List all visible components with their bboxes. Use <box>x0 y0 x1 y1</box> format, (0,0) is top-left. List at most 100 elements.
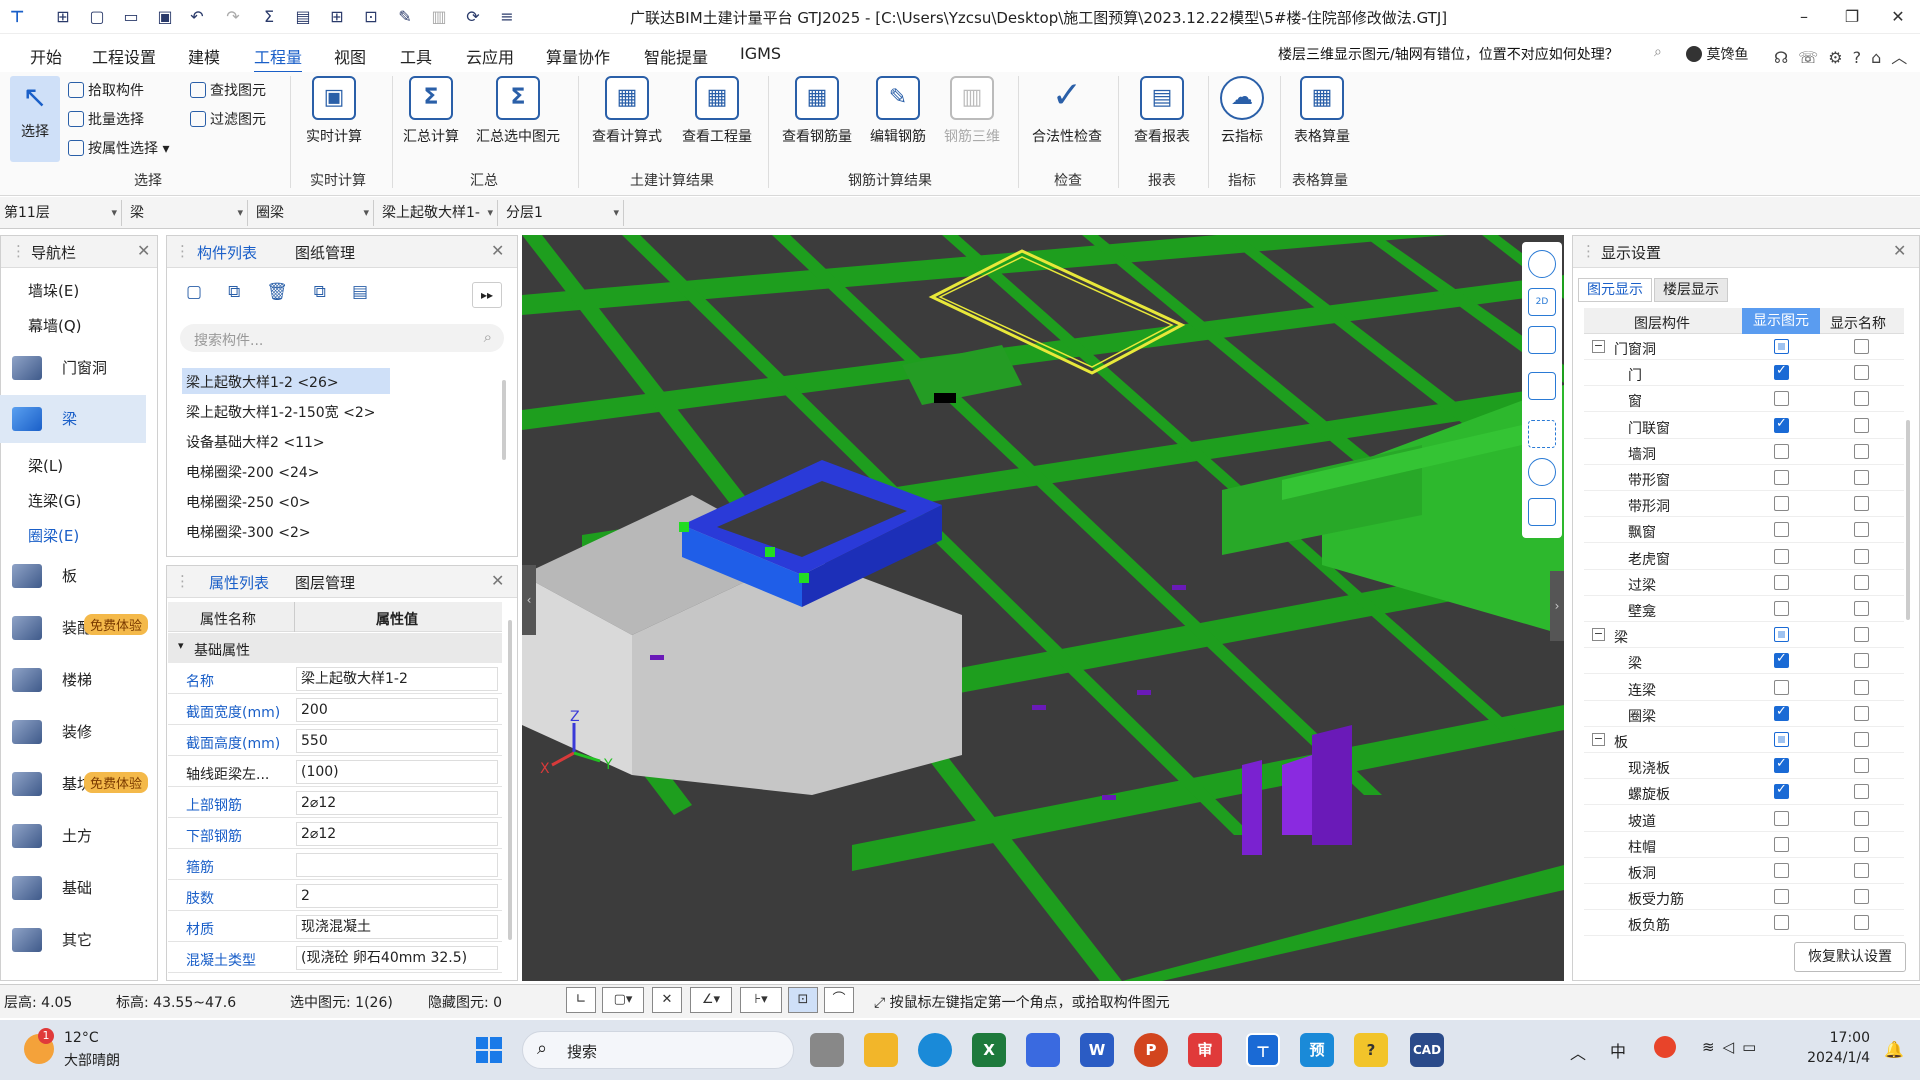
free-trial-badge[interactable]: 免费体验 <box>84 614 149 635</box>
show-name-checkbox[interactable] <box>1854 705 1869 721</box>
tree-collapse-icon[interactable]: − <box>1592 340 1605 353</box>
notes-app-icon[interactable]: ? <box>1354 1033 1388 1067</box>
menu-item[interactable]: 视图 <box>334 44 366 68</box>
snap-mode-icon[interactable]: ▢▾ <box>602 987 644 1013</box>
nav-item-wall-pier[interactable]: 墙垛(E) <box>28 280 79 301</box>
ime-indicator[interactable]: 中 <box>1610 1038 1626 1062</box>
show-name-checkbox[interactable] <box>1854 601 1869 616</box>
menu-item[interactable]: 开始 <box>30 44 62 68</box>
tree-collapse-icon[interactable]: − <box>1592 628 1605 642</box>
restore-default-button[interactable]: 恢复默认设置 <box>1794 942 1906 972</box>
property-value-field[interactable]: 200 <box>296 698 498 722</box>
col-show-name[interactable]: 显示名称 <box>1830 313 1886 333</box>
show-element-checkbox[interactable] <box>1774 627 1789 643</box>
headset-icon[interactable]: ☊ <box>1774 48 1798 67</box>
summary-calc-button[interactable]: Σ 汇总计算 <box>396 76 466 146</box>
menu-item[interactable]: 工程设置 <box>92 44 156 68</box>
gtj-app-icon[interactable]: ⊤ <box>1246 1033 1280 1067</box>
realtime-calc-button[interactable]: ▣ 实时计算 <box>296 76 372 146</box>
folder-icon[interactable] <box>864 1033 898 1067</box>
nav-group-door-window[interactable]: 门窗洞 <box>0 344 146 392</box>
help-search-input[interactable]: 楼层三维显示图元/轴网有错位，位置不对应如何处理？ ⌕ <box>1278 44 1678 68</box>
display-item-row[interactable]: 现浇板 <box>1584 753 1904 780</box>
delete-icon[interactable]: 🗑 <box>266 282 314 302</box>
show-name-checkbox[interactable] <box>1854 863 1869 878</box>
filter-element-button[interactable]: 过滤图元 <box>190 109 266 129</box>
category-select[interactable]: 梁 <box>126 200 248 226</box>
tab-floor-display[interactable]: 楼层显示 <box>1654 278 1728 302</box>
show-name-checkbox[interactable] <box>1854 417 1869 433</box>
view-formula-button[interactable]: ▦ 查看计算式 <box>584 76 670 146</box>
property-value-field[interactable]: 2⌀12 <box>296 822 498 846</box>
grip-point[interactable] <box>799 573 809 583</box>
show-element-checkbox[interactable] <box>1774 601 1789 616</box>
menu-item[interactable]: 建模 <box>188 44 220 68</box>
chat-icon[interactable]: ☏ <box>1798 48 1828 67</box>
show-name-checkbox[interactable] <box>1854 627 1869 643</box>
display-item-row[interactable]: 窗 <box>1584 386 1904 413</box>
property-row[interactable]: 截面宽度(mm) 200 <box>168 695 502 725</box>
angle-snap-icon[interactable]: ∠▾ <box>690 987 732 1013</box>
quick-tool-3-icon[interactable]: ⊞ <box>326 6 348 28</box>
fit-view-icon[interactable] <box>1528 420 1556 448</box>
tray-expand-icon[interactable]: ︿ <box>1570 1040 1586 1064</box>
ortho-toggle-icon[interactable]: ∟ <box>566 987 596 1013</box>
show-name-checkbox[interactable] <box>1854 889 1869 905</box>
new-component-icon[interactable]: ▢ <box>186 282 228 302</box>
display-item-row[interactable]: 墙洞 <box>1584 439 1904 465</box>
find-element-button[interactable]: 查找图元 <box>190 80 266 100</box>
show-element-checkbox[interactable] <box>1774 416 1789 433</box>
collapse-ribbon-icon[interactable]: ︿ <box>1891 48 1917 67</box>
property-row[interactable]: 轴线距梁左... (100) <box>168 757 502 787</box>
redo-icon[interactable]: ↷ <box>222 6 244 28</box>
drag-handle-icon[interactable]: ⋮ <box>175 242 190 260</box>
show-element-checkbox[interactable] <box>1774 756 1789 774</box>
system-tray[interactable]: ≋◁▭ <box>1702 1038 1764 1056</box>
clock-time[interactable]: 17:00 <box>1820 1030 1870 1046</box>
restore-button[interactable]: ❐ <box>1834 4 1870 30</box>
display-group-row[interactable]: − 梁 <box>1584 622 1904 649</box>
display-settings-scrollbar[interactable] <box>1906 420 1910 620</box>
show-element-checkbox[interactable] <box>1774 363 1789 381</box>
show-element-checkbox[interactable] <box>1774 651 1789 669</box>
property-list-scrollbar[interactable] <box>508 620 512 940</box>
show-element-checkbox[interactable] <box>1774 889 1789 905</box>
orbit-icon[interactable] <box>1528 250 1556 278</box>
file-explorer-app-icon[interactable] <box>810 1033 844 1067</box>
summary-selected-button[interactable]: Σ 汇总选中图元 <box>470 76 566 146</box>
display-item-row[interactable]: 门联窗 <box>1584 413 1904 439</box>
settings-icon[interactable]: ⚙ <box>1828 48 1852 67</box>
display-item-row[interactable]: 飘窗 <box>1584 517 1904 544</box>
nav-group-beam[interactable]: 梁 <box>0 395 146 443</box>
rebar-3d-button[interactable]: ▥ 钢筋三维 <box>936 76 1008 146</box>
property-section-basic[interactable]: ▾ 基础属性 <box>168 633 502 663</box>
edge-browser-icon[interactable] <box>918 1033 952 1067</box>
menu-item[interactable]: 算量协作 <box>546 44 610 68</box>
component-list-item[interactable]: 梁上起敬大样1-2 <26> <box>186 372 339 392</box>
user-account[interactable]: 莫馋鱼 <box>1686 44 1748 64</box>
component-search-input[interactable]: 搜索构件... ⌕ <box>180 324 504 352</box>
show-element-checkbox[interactable] <box>1774 339 1789 354</box>
close-icon[interactable]: ✕ <box>491 241 504 260</box>
2d-view-icon[interactable]: 2D <box>1528 288 1556 316</box>
show-name-checkbox[interactable] <box>1854 836 1869 852</box>
property-value-field[interactable] <box>296 853 498 877</box>
show-element-checkbox[interactable] <box>1774 522 1789 538</box>
select-by-property-button[interactable]: 按属性选择 ▾ <box>68 138 169 158</box>
property-value-field[interactable]: 550 <box>296 729 498 753</box>
nav-group[interactable]: 装修 <box>0 708 146 756</box>
quick-tool-7-icon[interactable]: ⟳ <box>462 6 484 28</box>
show-name-checkbox[interactable] <box>1854 391 1869 407</box>
show-element-checkbox[interactable] <box>1774 732 1789 747</box>
show-name-checkbox[interactable] <box>1854 810 1869 826</box>
cloud-index-button[interactable]: ☁ 云指标 <box>1212 76 1272 146</box>
show-name-checkbox[interactable] <box>1854 915 1869 931</box>
property-row[interactable]: 下部钢筋 2⌀12 <box>168 819 502 849</box>
drag-handle-icon[interactable]: ⋮ <box>1581 242 1596 260</box>
property-value-field[interactable]: 现浇混凝土 <box>296 915 498 939</box>
display-group-row[interactable]: − 板 <box>1584 727 1904 753</box>
component-list-item[interactable]: 设备基础大样2 <11> <box>186 432 325 452</box>
component-list-item[interactable]: 梁上起敬大样1-2-150宽 <2> <box>186 402 375 422</box>
close-button[interactable]: ✕ <box>1880 4 1916 30</box>
display-item-row[interactable]: 壁龛 <box>1584 596 1904 622</box>
